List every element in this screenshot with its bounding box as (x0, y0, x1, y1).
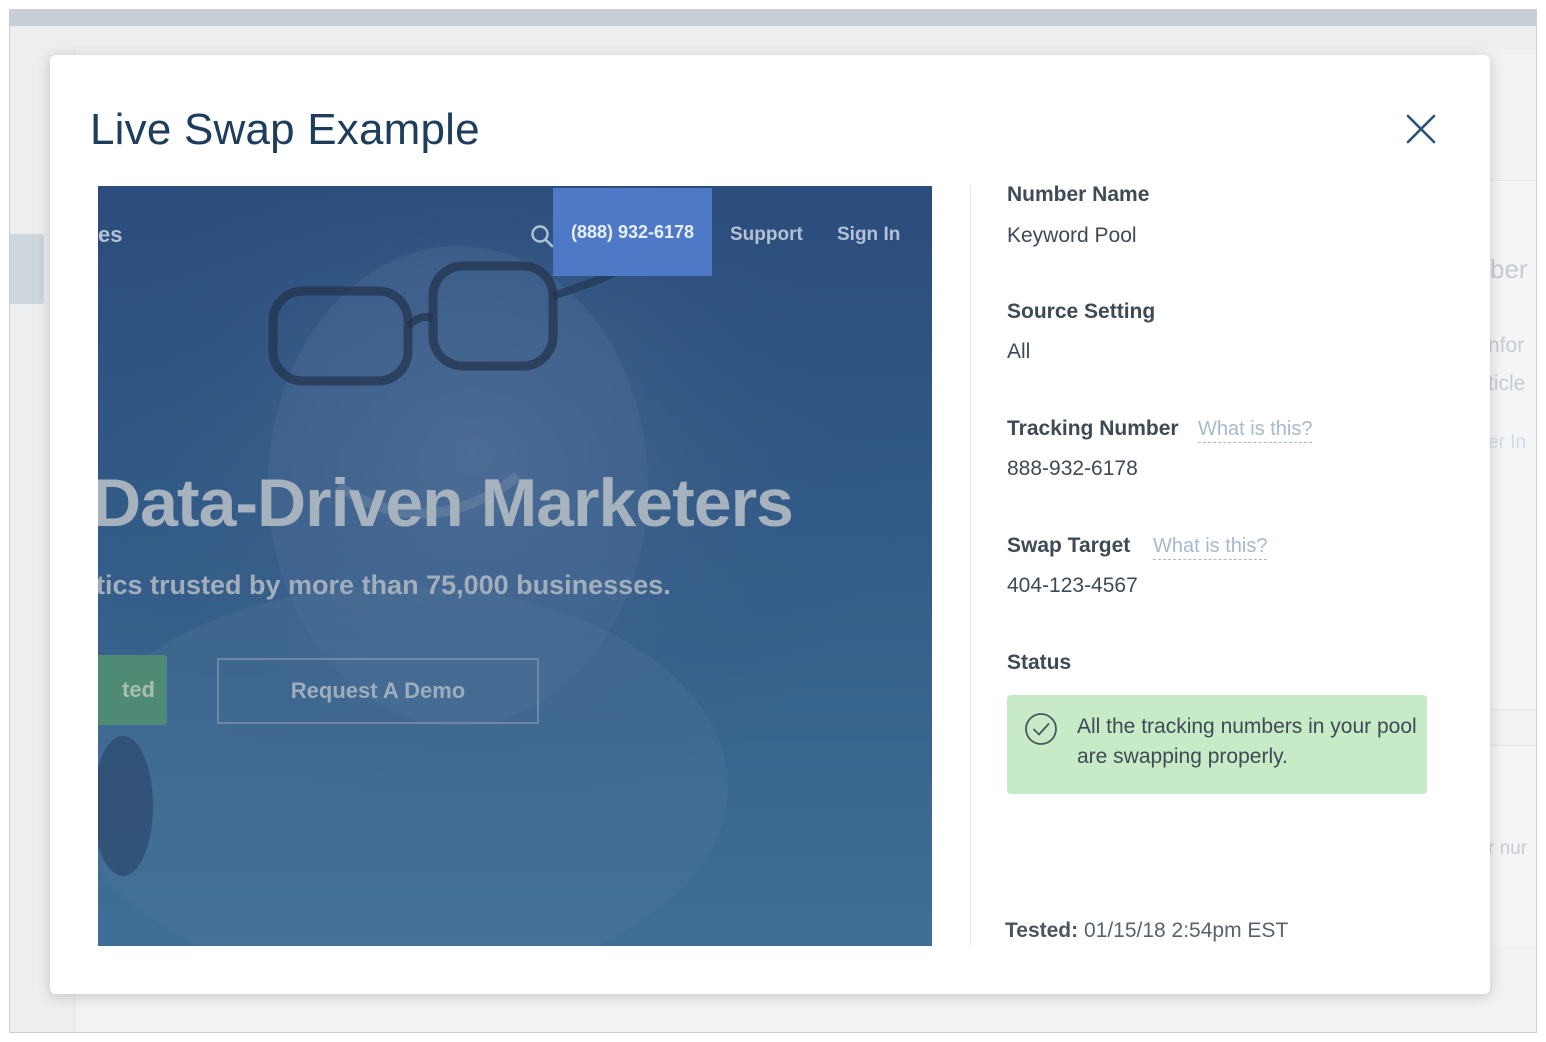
tracking-number-value: 888-932-6178 (1007, 457, 1138, 480)
number-name-label: Number Name (1007, 183, 1150, 206)
app-top-bar (10, 10, 1536, 26)
close-button[interactable] (1402, 110, 1440, 148)
check-circle-icon (1025, 713, 1057, 745)
source-setting-label: Source Setting (1007, 300, 1156, 323)
preview-demo-button: Request A Demo (217, 658, 539, 724)
tested-timestamp: Tested: 01/15/18 2:54pm EST (1005, 919, 1288, 943)
preview-cta-button: ted (98, 655, 167, 725)
app-left-tab (10, 234, 44, 304)
swapped-phone-number: (888) 932-6178 (553, 188, 712, 276)
source-setting-value: All (1007, 340, 1031, 363)
background-text: ticle (1488, 372, 1526, 395)
tested-value: 01/15/18 2:54pm EST (1083, 919, 1289, 942)
close-icon (1406, 114, 1436, 144)
website-preview: es (888) 932-6178 Support Sign In Data-D… (98, 186, 932, 946)
background-link: er In (1488, 432, 1527, 453)
swap-target-label: Swap Target (1007, 534, 1131, 557)
preview-headline: Data-Driven Marketers (98, 465, 794, 541)
status-label: Status (1007, 651, 1072, 674)
number-name-value: Keyword Pool (1007, 224, 1137, 247)
live-swap-modal: Live Swap Example es (888) 932-6178 Supp… (50, 55, 1490, 994)
preview-nav-sign-in: Sign In (837, 224, 901, 245)
status-message: All the tracking numbers in your pool ar… (1077, 715, 1417, 768)
preview-nav-support: Support (730, 224, 803, 245)
preview-background-photo (98, 186, 932, 946)
background-text: nfor (1488, 334, 1525, 357)
preview-nav-item: es (98, 222, 123, 247)
swap-target-help-link[interactable]: What is this? (1153, 535, 1268, 560)
swap-target-value: 404-123-4567 (1007, 574, 1138, 597)
tracking-number-help-link[interactable]: What is this? (1198, 418, 1313, 443)
tested-label: Tested: (1005, 919, 1079, 942)
modal-title: Live Swap Example (90, 105, 480, 154)
vertical-divider (970, 186, 971, 946)
search-icon (531, 225, 554, 248)
tracking-number-label: Tracking Number (1007, 417, 1179, 440)
preview-subheadline: tics trusted by more than 75,000 busines… (98, 570, 671, 600)
background-text: r nur (1488, 838, 1528, 859)
status-message-box: All the tracking numbers in your pool ar… (1007, 695, 1427, 794)
background-text: ber (1490, 254, 1528, 284)
